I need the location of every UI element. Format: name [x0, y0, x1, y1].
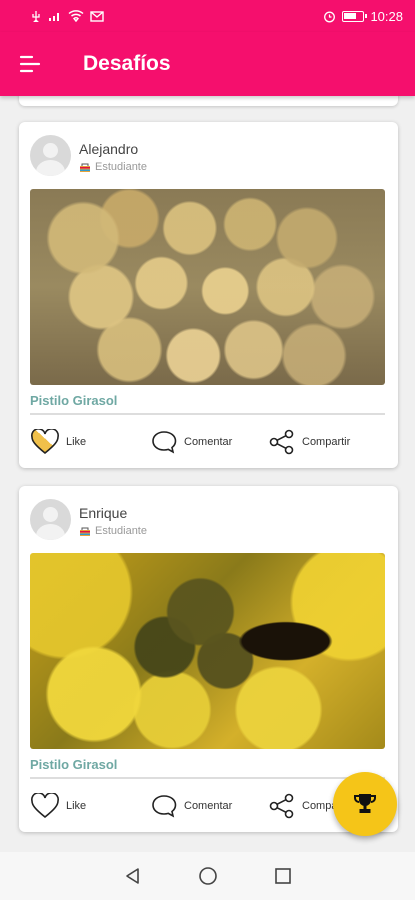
avatar[interactable] — [30, 499, 71, 540]
trophy-icon — [354, 794, 376, 813]
nav-recents-button[interactable] — [268, 861, 298, 891]
status-right-icons: 10:28 — [323, 9, 403, 24]
user-name[interactable]: Enrique — [79, 505, 147, 521]
status-left-icons — [30, 10, 104, 22]
status-bar: 10:28 — [0, 0, 415, 32]
page-title: Desafíos — [83, 52, 171, 75]
battery-icon — [342, 10, 368, 22]
post-caption: Pistilo Girasol — [30, 393, 118, 408]
share-button[interactable]: Compartir — [268, 427, 350, 457]
back-icon — [125, 868, 139, 884]
post-card[interactable]: Enrique Estudiante Pistilo Girasol Like — [19, 486, 398, 832]
user-role: Estudiante — [79, 161, 147, 173]
usb-icon — [32, 11, 40, 22]
divider — [30, 413, 385, 415]
share-label: Compartir — [302, 436, 351, 448]
recents-icon — [274, 868, 291, 884]
like-button[interactable]: Like — [30, 791, 86, 821]
nav-home-button[interactable] — [193, 861, 223, 891]
share-icon — [269, 429, 294, 455]
user-meta: Enrique Estudiante — [79, 505, 147, 537]
menu-button[interactable] — [0, 32, 60, 96]
post-photo[interactable] — [30, 189, 385, 385]
wifi-icon — [68, 10, 84, 22]
status-time: 10:28 — [370, 8, 403, 24]
user-role-label: Estudiante — [95, 161, 147, 173]
app-bar: Desafíos — [0, 32, 415, 96]
post-actions: Like Comentar Compartir — [30, 791, 385, 821]
post-photo[interactable] — [30, 553, 385, 749]
signal-icon — [49, 13, 59, 21]
mail-icon — [90, 10, 104, 22]
user-role-label: Estudiante — [95, 525, 147, 537]
user-name[interactable]: Alejandro — [79, 141, 147, 157]
student-icon — [80, 163, 90, 172]
post-actions: Like Comentar Compartir — [30, 427, 385, 457]
comment-label: Comentar — [184, 800, 233, 812]
avatar[interactable] — [30, 135, 71, 176]
heart-icon — [31, 793, 59, 819]
share-icon — [269, 793, 294, 819]
like-label: Like — [66, 436, 87, 448]
heart-filled-icon — [31, 429, 59, 455]
like-button[interactable]: Like — [30, 427, 86, 457]
student-icon — [80, 527, 90, 536]
nav-back-button[interactable] — [118, 861, 148, 891]
post-caption: Pistilo Girasol — [30, 757, 118, 772]
system-nav-bar — [0, 852, 415, 900]
user-role: Estudiante — [79, 525, 147, 537]
comment-icon — [152, 431, 177, 454]
divider — [30, 777, 385, 779]
comment-button[interactable]: Comentar — [150, 427, 232, 457]
user-meta: Alejandro Estudiante — [79, 141, 147, 173]
post-header: Enrique Estudiante — [30, 499, 147, 540]
post-header: Alejandro Estudiante — [30, 135, 147, 176]
comment-icon — [152, 795, 177, 818]
comment-label: Comentar — [184, 436, 233, 448]
post-card[interactable]: Alejandro Estudiante Pistilo Girasol Lik… — [19, 122, 398, 468]
trophy-fab-button[interactable] — [333, 772, 397, 836]
like-label: Like — [66, 800, 87, 812]
comment-button[interactable]: Comentar — [150, 791, 232, 821]
alarm-icon — [324, 11, 336, 22]
home-icon — [198, 867, 217, 885]
menu-icon — [19, 55, 41, 73]
